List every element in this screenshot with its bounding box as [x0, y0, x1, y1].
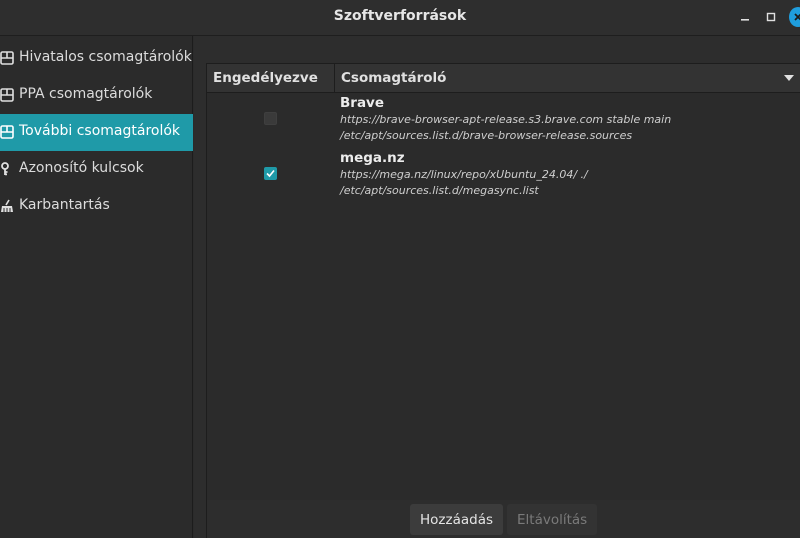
table-row[interactable]: Brave https://brave-browser-apt-release.…: [207, 94, 800, 148]
column-separator: [334, 64, 335, 93]
sidebar-item-label: További csomagtárolók: [19, 123, 181, 139]
remove-repository-button[interactable]: Eltávolítás: [507, 504, 598, 535]
close-button-circle: [789, 7, 800, 27]
sidebar-item-label: Azonosító kulcsok: [19, 160, 144, 176]
enabled-checkbox[interactable]: [264, 112, 277, 125]
sidebar-item-label: PPA csomagtárolók: [19, 86, 153, 102]
repository-icon: [0, 51, 14, 65]
sidebar-item-authentication-keys[interactable]: Azonosító kulcsok: [0, 151, 193, 188]
repository-table: Engedélyezve Csomagtároló Brave https://…: [206, 63, 800, 501]
enabled-checkbox[interactable]: [264, 167, 277, 180]
sidebar-item-official-repositories[interactable]: Hivatalos csomagtárolók: [0, 40, 193, 77]
repository-icon: [0, 125, 14, 139]
repository-file: /etc/apt/sources.list.d/brave-browser-re…: [340, 129, 633, 142]
minimize-icon: [741, 19, 749, 21]
sort-descending-icon[interactable]: [784, 75, 794, 82]
repository-file: /etc/apt/sources.list.d/megasync.list: [340, 184, 539, 197]
table-row[interactable]: mega.nz https://mega.nz/linux/repo/xUbun…: [207, 149, 800, 203]
key-icon: [1, 162, 9, 176]
sidebar-item-label: Karbantartás: [19, 197, 110, 213]
repository-url: https://brave-browser-apt-release.s3.bra…: [340, 113, 672, 126]
window-title: Szoftverforrások: [333, 8, 467, 24]
maximize-icon: [766, 12, 776, 22]
sidebar: Hivatalos csomagtárolók PPA csomagtároló…: [0, 36, 193, 538]
checkmark-icon: [266, 169, 275, 178]
column-header-enabled[interactable]: Engedélyezve: [213, 70, 318, 86]
add-repository-button[interactable]: Hozzáadás: [410, 504, 504, 535]
close-icon: [794, 13, 800, 21]
sidebar-item-label: Hivatalos csomagtárolók: [19, 49, 192, 65]
action-bar: Hozzáadás Eltávolítás: [206, 500, 800, 538]
sidebar-item-ppa-repositories[interactable]: PPA csomagtárolók: [0, 77, 193, 114]
repository-name: mega.nz: [340, 150, 405, 166]
repository-url: https://mega.nz/linux/repo/xUbuntu_24.04…: [340, 168, 588, 181]
repository-icon: [0, 88, 14, 102]
repository-name: Brave: [340, 95, 385, 111]
sidebar-item-additional-repositories[interactable]: További csomagtárolók: [0, 114, 193, 151]
title-bar: Szoftverforrások: [0, 0, 800, 36]
main-content: Engedélyezve Csomagtároló Brave https://…: [194, 36, 800, 538]
maximize-button[interactable]: [762, 8, 780, 26]
table-header: Engedélyezve Csomagtároló: [207, 64, 800, 93]
sidebar-item-maintenance[interactable]: Karbantartás: [0, 188, 193, 225]
column-header-repository[interactable]: Csomagtároló: [341, 70, 446, 86]
broom-icon: [1, 199, 13, 212]
close-button[interactable]: [789, 7, 800, 27]
minimize-button[interactable]: [736, 8, 754, 26]
